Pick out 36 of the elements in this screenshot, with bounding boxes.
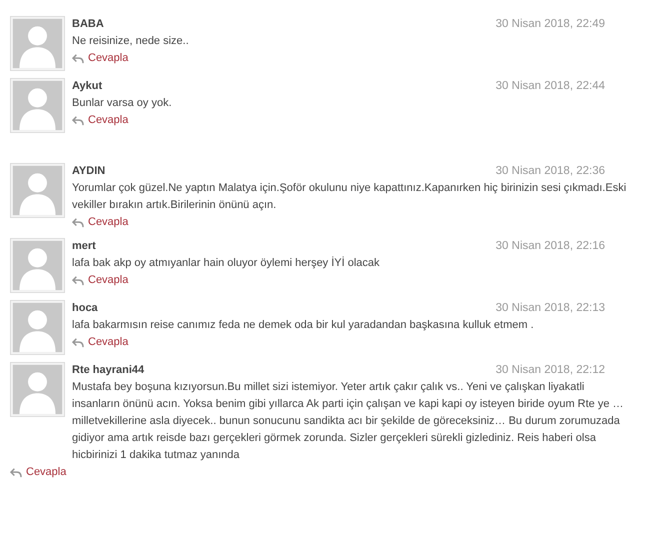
comment-date: 30 Nisan 2018, 22:49	[496, 17, 605, 32]
comment-text: Bunlar varsa oy yok.	[72, 96, 173, 111]
comment-text: Mustafa bey boşuna kızıyorsun.Bu millet sizi istemiyor. Yeter artık çakır çalık vs.. Yeni ve çalışkan liyakatli insanların önünü acın. Yoksa benim gibi yıllarca Ak parti için çalışan ve kapi kapi oy isteyen biride oyum Rte ye …milletvekillerine asla diyecek.. bunun sonucunu sandikta acı bir şekilde de göreceksiniz… Bu durum zorumuzada gidiyor ama artık reisde bazı gerçekleri görmek zorunda. Sizler gerçekleri sürekli gizlediniz. Reis haberi olsa hicbirinizi 1 dakika tutmaz yanında	[72, 380, 625, 463]
author-name: Aykut	[72, 79, 102, 94]
reply-icon	[10, 468, 22, 478]
reply-link[interactable]: Cevapla	[88, 214, 128, 231]
reply-icon	[72, 338, 84, 348]
reply-link[interactable]: Cevapla	[88, 272, 128, 289]
reply-icon	[72, 116, 84, 126]
comment-text: Yorumlar çok güzel.Ne yaptın Malatya için.Şoför okulunu niye kapattınız.Kapanırken hiç birinizin sesi çıkmadı.Eski vekiller bırakın artık.Birilerinin önünü açın.	[72, 181, 628, 213]
author-name: Rte hayrani44	[72, 363, 144, 378]
author-name: hoca	[72, 301, 98, 316]
author-name: AYDIN	[72, 164, 106, 179]
comment-date: 30 Nisan 2018, 22:13	[496, 301, 605, 316]
comment-text: lafa bakarmısın reise canımız feda ne demek oda bir kul yaradandan başkasına kulluk etmem .	[72, 318, 535, 333]
comment-date: 30 Nisan 2018, 22:44	[496, 79, 605, 94]
avatar-icon	[10, 16, 65, 71]
author-name: BABA	[72, 17, 104, 32]
avatar-icon	[10, 300, 65, 355]
comment-text: lafa bak akp oy atmıyanlar hain oluyor öylemi herşey İYİ olacak	[72, 256, 381, 271]
reply-link[interactable]: Cevapla	[88, 334, 128, 351]
comment-text: Ne reisinize, nede size..	[72, 34, 190, 49]
reply-icon	[72, 54, 84, 64]
reply-link[interactable]: Cevapla	[88, 112, 128, 129]
reply-icon	[72, 276, 84, 286]
comment-date: 30 Nisan 2018, 22:16	[496, 239, 605, 254]
avatar-icon	[10, 238, 65, 293]
avatar-icon	[10, 163, 65, 218]
avatar-icon	[10, 78, 65, 133]
reply-link[interactable]: Cevapla	[88, 50, 128, 67]
reply-link[interactable]: Cevapla	[26, 464, 66, 481]
comment-date: 30 Nisan 2018, 22:12	[496, 363, 605, 378]
comment-date: 30 Nisan 2018, 22:36	[496, 164, 605, 179]
author-name: mert	[72, 239, 96, 254]
avatar-icon	[10, 362, 65, 417]
reply-icon	[72, 218, 84, 228]
